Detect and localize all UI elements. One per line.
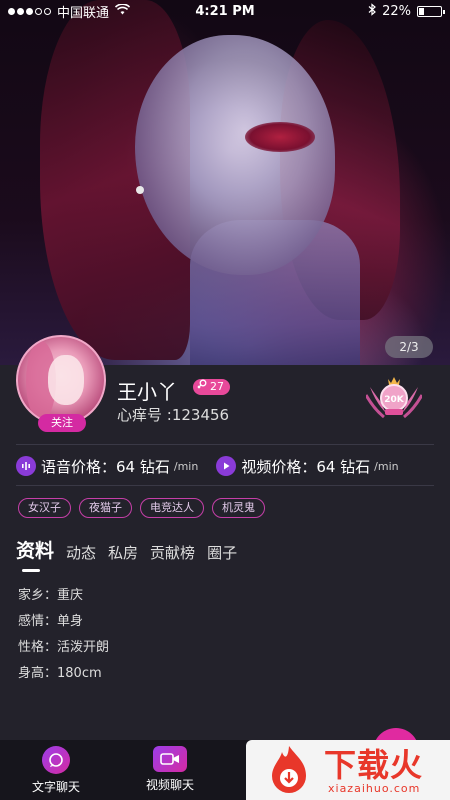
level-value: 27 xyxy=(210,380,224,393)
watermark-title: 下载火 xyxy=(324,746,424,784)
follow-button[interactable]: 关注 xyxy=(38,414,86,432)
info-personality: 性格：活泼开朗 xyxy=(18,640,110,655)
video-camera-icon xyxy=(153,746,187,772)
tag[interactable]: 电竞达人 xyxy=(140,498,204,518)
photo-lips xyxy=(245,122,315,152)
tab-circle[interactable]: 圈子 xyxy=(207,542,237,563)
tab-contribution[interactable]: 贡献榜 xyxy=(150,542,195,563)
battery-percent: 22% xyxy=(382,3,411,19)
voice-icon xyxy=(16,456,36,476)
profile-info: 家乡：重庆 感情：单身 性格：活泼开朗 身高：180cm xyxy=(18,583,109,687)
info-hometown: 家乡：重庆 xyxy=(18,588,84,603)
status-bar: 中国联通 4:21 PM 22% xyxy=(0,0,450,22)
text-chat-label: 文字聊天 xyxy=(31,780,80,794)
tag-list: 女汉子 夜猫子 电竞达人 机灵鬼 xyxy=(18,498,265,518)
profile-card: 关注 王小丫 27 心痒号 :123456 20K 语音价格：64 钻石 /mi… xyxy=(0,335,450,752)
wifi-icon xyxy=(114,3,131,18)
price-row: 语音价格：64 钻石 /min 视频价格：64 钻石 /min xyxy=(16,454,446,478)
user-name: 王小丫 xyxy=(117,380,177,404)
rank-badge-icon[interactable]: 20K xyxy=(364,373,424,425)
video-price-unit: /min xyxy=(374,459,399,473)
divider xyxy=(16,444,434,445)
tab-profile[interactable]: 资料 xyxy=(16,536,54,572)
tab-private[interactable]: 私房 xyxy=(108,542,138,563)
watermark-url: xiazaihuo.com xyxy=(328,782,421,795)
voice-price-label: 语音价格：64 钻石 xyxy=(41,457,170,476)
tag[interactable]: 机灵鬼 xyxy=(212,498,265,518)
voice-price-unit: /min xyxy=(173,459,199,473)
signal-strength-icon xyxy=(8,7,51,15)
info-height: 身高：180cm xyxy=(18,666,102,681)
chat-bubble-icon xyxy=(42,746,70,774)
level-badge: 27 xyxy=(193,379,230,395)
photo-earring xyxy=(136,186,144,194)
photo-page-indicator: 2/3 xyxy=(385,336,433,358)
divider xyxy=(16,485,434,486)
info-relationship: 感情：单身 xyxy=(18,614,84,629)
play-icon xyxy=(216,456,237,476)
watermark: 下载火 xiazaihuo.com xyxy=(246,740,450,800)
female-icon xyxy=(197,379,207,395)
rank-badge-text: 20K xyxy=(384,395,405,405)
voice-price[interactable]: 语音价格：64 钻石 /min xyxy=(16,456,198,477)
tag[interactable]: 夜猫子 xyxy=(79,498,132,518)
avatar[interactable] xyxy=(16,335,106,425)
video-price[interactable]: 视频价格：64 钻石 /min xyxy=(216,456,399,477)
bluetooth-icon xyxy=(368,2,377,20)
video-chat-button[interactable]: 视频聊天 xyxy=(130,746,210,793)
profile-tabs: 资料 动态 私房 贡献榜 圈子 xyxy=(16,536,237,572)
battery-level xyxy=(419,7,424,15)
user-id: 心痒号 :123456 xyxy=(117,406,230,424)
video-price-label: 视频价格：64 钻石 xyxy=(241,457,371,476)
flame-logo-icon xyxy=(272,746,306,793)
battery-icon xyxy=(417,5,445,17)
carrier-name: 中国联通 xyxy=(57,5,110,21)
profile-photo[interactable] xyxy=(0,0,450,365)
video-chat-label: 视频聊天 xyxy=(145,778,194,792)
text-chat-button[interactable]: 文字聊天 xyxy=(16,746,96,795)
avatar-container: 关注 xyxy=(16,335,106,432)
tag[interactable]: 女汉子 xyxy=(18,498,71,518)
tab-moments[interactable]: 动态 xyxy=(66,542,96,563)
